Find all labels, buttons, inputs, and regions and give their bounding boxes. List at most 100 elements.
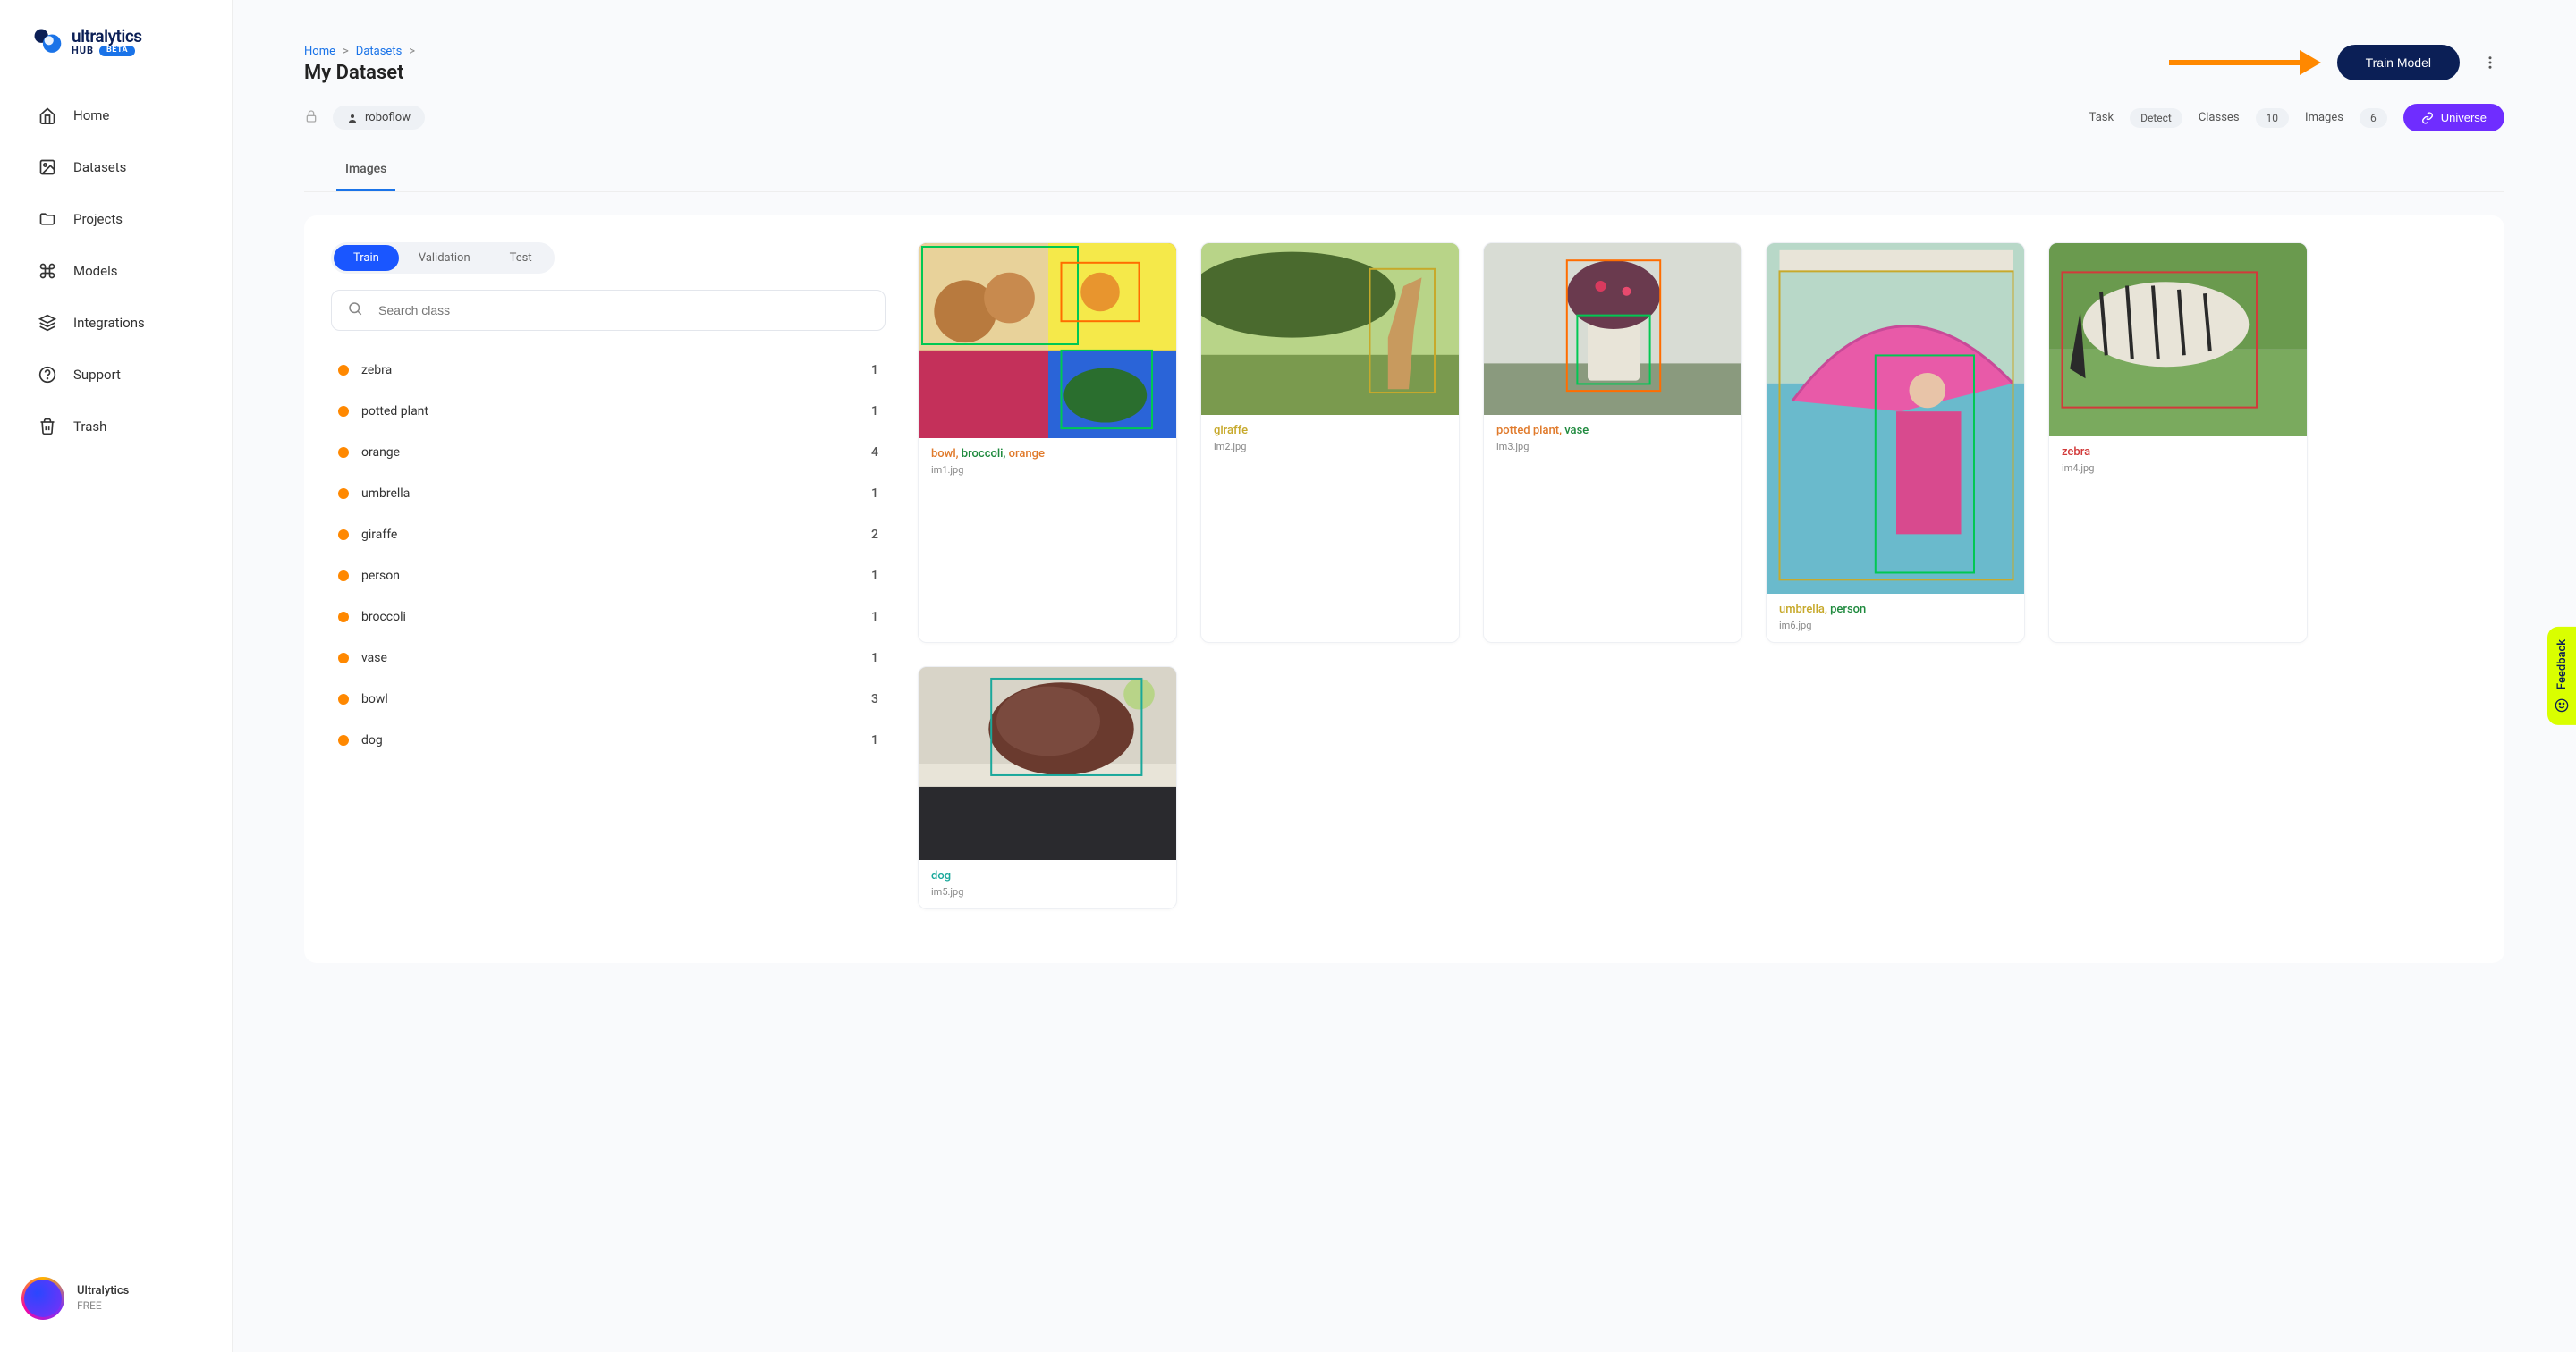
- classes-label: Classes: [2199, 111, 2240, 124]
- class-row[interactable]: person1: [331, 558, 886, 594]
- image-labels: zebra: [2062, 445, 2294, 459]
- nav-integrations[interactable]: Integrations: [21, 300, 210, 345]
- nav-trash[interactable]: Trash: [21, 404, 210, 449]
- images-label: Images: [2305, 111, 2343, 124]
- class-count: 1: [871, 404, 878, 418]
- page-title: My Dataset: [304, 62, 415, 84]
- class-row[interactable]: orange4: [331, 435, 886, 470]
- nav-label: Home: [73, 107, 109, 123]
- class-dot: [338, 612, 349, 622]
- kebab-icon: [2482, 55, 2498, 71]
- class-name: potted plant: [361, 404, 428, 418]
- class-dot: [338, 488, 349, 499]
- image-icon: [38, 157, 57, 177]
- class-count: 1: [871, 569, 878, 583]
- class-row[interactable]: bowl3: [331, 681, 886, 717]
- class-dot: [338, 653, 349, 663]
- class-panel: Train Validation Test zebra1potted plant…: [331, 242, 886, 909]
- tab-images[interactable]: Images: [336, 149, 395, 191]
- image-card[interactable]: dogim5.jpg: [918, 666, 1177, 909]
- class-row[interactable]: vase 1: [331, 640, 886, 676]
- owner-chip[interactable]: roboflow: [333, 106, 425, 130]
- class-row[interactable]: zebra 1: [331, 352, 886, 388]
- image-labels: giraffe: [1214, 424, 1446, 437]
- more-menu-button[interactable]: [2476, 48, 2504, 77]
- task-value: Detect: [2130, 108, 2182, 128]
- nav-projects[interactable]: Projects: [21, 197, 210, 241]
- image-filename: im1.jpg: [931, 464, 1164, 476]
- image-labels: dog: [931, 869, 1164, 883]
- image-card[interactable]: zebraim4.jpg: [2048, 242, 2308, 643]
- lock-icon: [304, 109, 318, 127]
- train-model-button[interactable]: Train Model: [2337, 45, 2460, 80]
- help-icon: [38, 365, 57, 384]
- breadcrumb-home[interactable]: Home: [304, 45, 335, 58]
- universe-button[interactable]: Universe: [2403, 104, 2504, 131]
- user-block[interactable]: Ultralytics FREE: [0, 1263, 232, 1334]
- image-labels: bowl, broccoli, orange: [931, 447, 1164, 461]
- breadcrumb-sep: >: [409, 45, 415, 58]
- class-row[interactable]: giraffe2: [331, 517, 886, 553]
- home-icon: [38, 106, 57, 125]
- breadcrumb-sep: >: [343, 45, 349, 58]
- class-row[interactable]: dog 1: [331, 722, 886, 758]
- image-thumb: [1767, 243, 2025, 594]
- class-count: 1: [871, 733, 878, 748]
- folder-icon: [38, 209, 57, 229]
- image-labels: potted plant, vase: [1496, 424, 1729, 437]
- class-name: broccoli: [361, 610, 406, 624]
- search-input[interactable]: [331, 290, 886, 331]
- class-dot: [338, 694, 349, 705]
- split-train[interactable]: Train: [334, 245, 399, 271]
- nav-home[interactable]: Home: [21, 93, 210, 138]
- class-dot: [338, 570, 349, 581]
- split-selector: Train Validation Test: [331, 242, 555, 274]
- class-name: zebra: [361, 363, 392, 377]
- class-count: 4: [871, 445, 878, 460]
- person-icon: [347, 113, 358, 123]
- class-dot: [338, 406, 349, 417]
- image-labels: umbrella, person: [1779, 603, 2012, 616]
- class-name: dog: [361, 733, 383, 748]
- image-card[interactable]: giraffe im2.jpg: [1200, 242, 1460, 643]
- image-card[interactable]: bowl, broccoli, orange im1.jpg: [918, 242, 1177, 643]
- class-row[interactable]: potted plant 1: [331, 393, 886, 429]
- nav-label: Projects: [73, 211, 123, 227]
- image-thumb: [919, 243, 1177, 438]
- classes-value: 10: [2256, 108, 2290, 128]
- nav-support[interactable]: Support: [21, 352, 210, 397]
- nav-models[interactable]: Models: [21, 249, 210, 293]
- class-dot: [338, 365, 349, 376]
- image-thumb: [919, 667, 1177, 860]
- class-count: 1: [871, 651, 878, 665]
- class-count: 1: [871, 610, 878, 624]
- split-validation[interactable]: Validation: [399, 245, 490, 271]
- owner-name: roboflow: [365, 111, 411, 124]
- class-name: bowl: [361, 692, 388, 706]
- image-thumb: [2049, 243, 2308, 436]
- image-card[interactable]: potted plant, vaseim3.jpg: [1483, 242, 1742, 643]
- split-test[interactable]: Test: [490, 245, 552, 271]
- universe-label: Universe: [2441, 111, 2487, 124]
- nav-label: Support: [73, 367, 121, 383]
- breadcrumb-datasets[interactable]: Datasets: [356, 45, 402, 58]
- feedback-tab[interactable]: Feedback: [2547, 627, 2576, 725]
- tabs: Images: [304, 149, 2504, 192]
- brand-sub: HUB: [72, 46, 94, 56]
- class-row[interactable]: umbrella1: [331, 476, 886, 511]
- class-name: giraffe: [361, 528, 397, 542]
- class-count: 1: [871, 486, 878, 501]
- class-name: vase: [361, 651, 387, 665]
- class-dot: [338, 529, 349, 540]
- nav: Home Datasets Projects Models Integratio…: [0, 84, 232, 1263]
- class-row[interactable]: broccoli 1: [331, 599, 886, 635]
- image-card[interactable]: umbrella, personim6.jpg: [1766, 242, 2025, 643]
- nav-datasets[interactable]: Datasets: [21, 145, 210, 190]
- class-count: 1: [871, 363, 878, 377]
- images-value: 6: [2360, 108, 2387, 128]
- logo-icon: [32, 27, 63, 57]
- nav-label: Datasets: [73, 159, 126, 175]
- layers-icon: [38, 313, 57, 333]
- logo[interactable]: ultralytics HUB BETA: [0, 18, 232, 84]
- image-filename: im2.jpg: [1214, 441, 1446, 452]
